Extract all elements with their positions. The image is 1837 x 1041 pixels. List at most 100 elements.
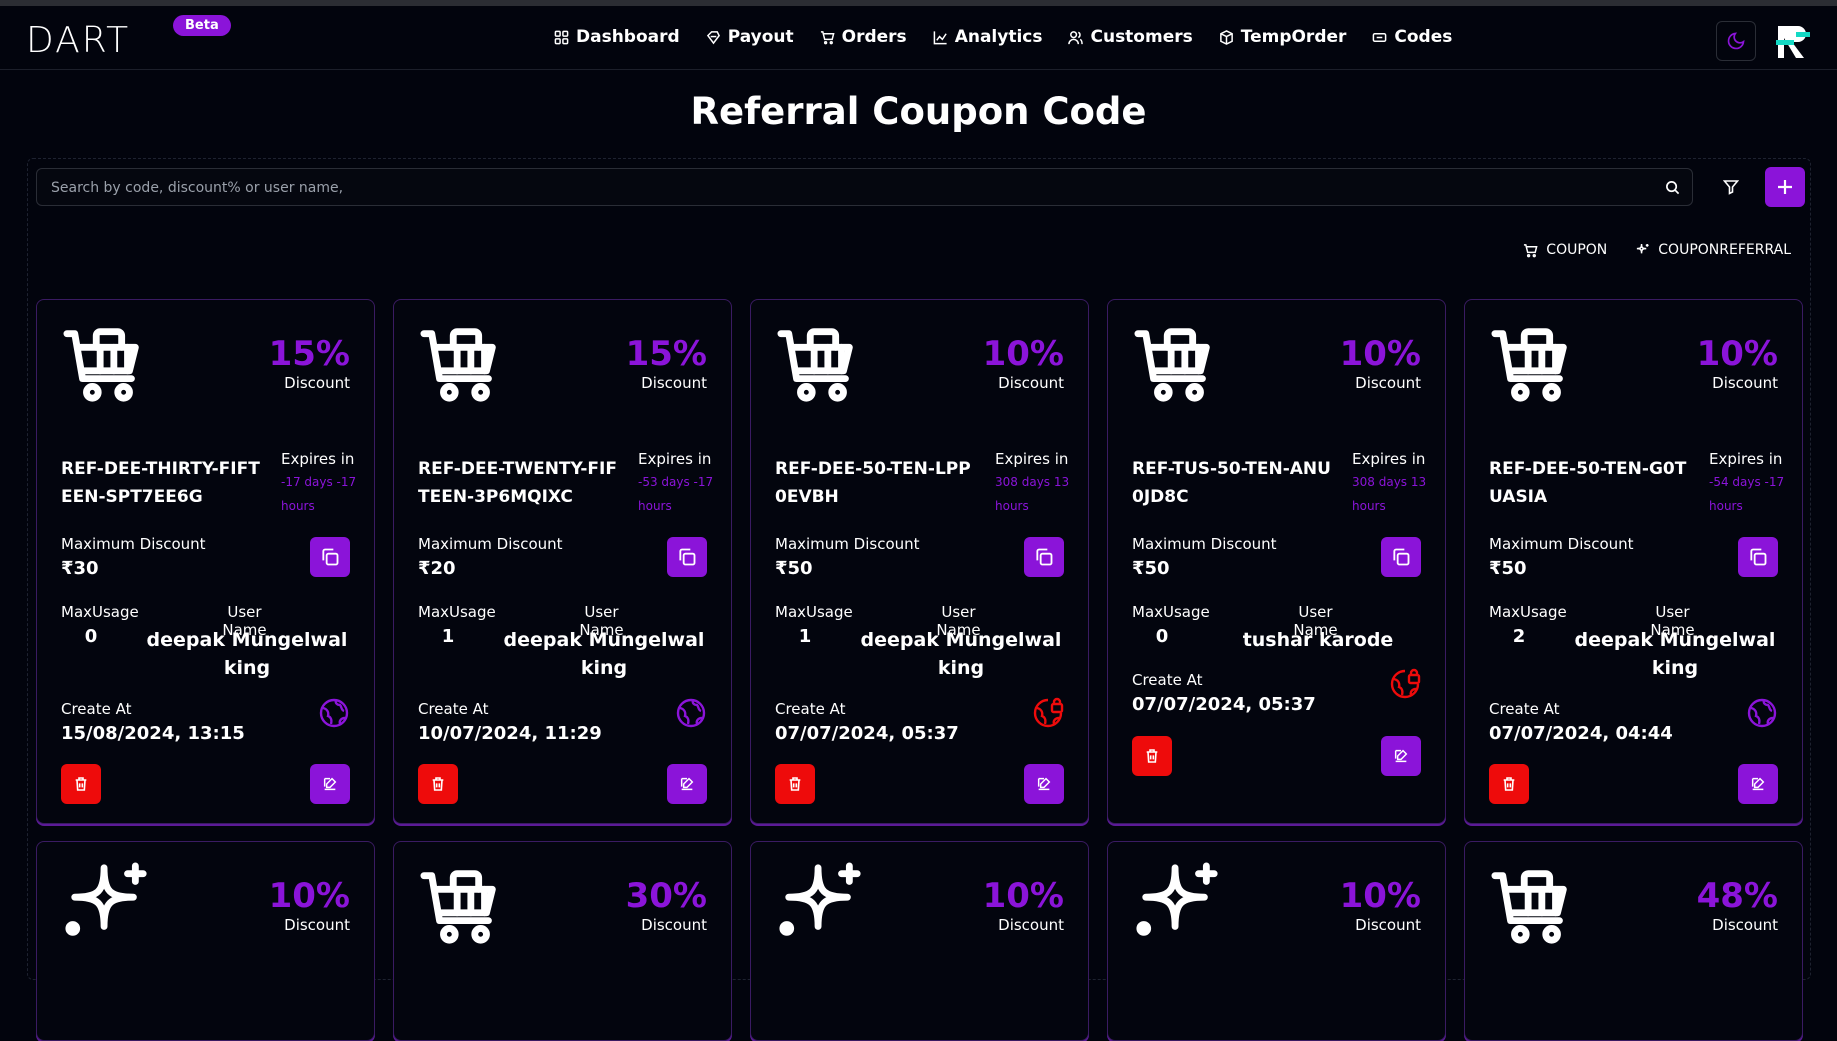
sparkle-icon: [777, 860, 865, 948]
profile-avatar[interactable]: [1774, 22, 1814, 62]
copy-code-button[interactable]: [310, 537, 350, 577]
copy-code-button[interactable]: [1381, 537, 1421, 577]
nav-analytics[interactable]: Analytics: [933, 27, 1043, 47]
cart-icon: [420, 318, 508, 406]
discount-label: Discount: [998, 916, 1064, 934]
delete-button[interactable]: [418, 764, 458, 804]
nav-temporder[interactable]: TempOrder: [1219, 27, 1346, 47]
coupon-card: 10% Discount REF-DEE-50-TEN-G0TUASIA Expire…: [1464, 299, 1803, 824]
brand-logo[interactable]: DART: [26, 20, 130, 61]
discount-label: Discount: [284, 916, 350, 934]
type-link-label: COUPONREFERRAL: [1658, 242, 1791, 258]
globe-lock-icon[interactable]: [1389, 668, 1421, 700]
max-usage-label: MaxUsage: [61, 603, 139, 621]
nav-label: Analytics: [954, 27, 1043, 47]
top-navbar: DART Beta Dashboard Payout Orders Analyt…: [0, 0, 1837, 70]
filter-icon: [1723, 180, 1739, 195]
ticket-icon: [1373, 32, 1387, 42]
sparkle-icon: [63, 860, 151, 948]
edit-button[interactable]: [310, 764, 350, 804]
edit-button[interactable]: [1738, 764, 1778, 804]
search-input[interactable]: [49, 169, 1643, 207]
search-icon[interactable]: [1665, 180, 1680, 195]
max-usage-label: MaxUsage: [775, 603, 853, 621]
max-discount-value: ₹50: [1489, 558, 1527, 579]
discount-percent: 10%: [982, 876, 1064, 916]
coupon-card: 10% Discount REF-TUS-50-TEN-ANU0JD8C Expire…: [1107, 299, 1446, 824]
nav-label: Codes: [1394, 27, 1453, 47]
max-discount-label: Maximum Discount: [61, 535, 206, 553]
delete-button[interactable]: [61, 764, 101, 804]
nav-label: Customers: [1090, 27, 1193, 47]
couponreferral-type-link[interactable]: COUPONREFERRAL: [1635, 242, 1791, 258]
coupon-code: REF-DEE-TWENTY-FIFTEEN-3P6MQIXC: [418, 459, 617, 507]
max-usage-value: 2: [1512, 626, 1526, 647]
max-usage-label: MaxUsage: [1489, 603, 1567, 621]
nav-payout[interactable]: Payout: [706, 27, 794, 47]
coupon-card: 15% Discount REF-DEE-TWENTY-FIFTEEN-3P6MQI…: [393, 299, 732, 824]
discount-label: Discount: [1355, 374, 1421, 392]
coupon-type-links: COUPON COUPONREFERRAL: [1523, 242, 1791, 258]
cart-icon: [820, 30, 835, 44]
create-at-label: Create At: [418, 700, 489, 718]
coupon-card: 10% Discount: [1107, 841, 1446, 1041]
expires-label: Expires in: [1709, 450, 1783, 468]
discount-label: Discount: [284, 374, 350, 392]
discount-label: Discount: [998, 374, 1064, 392]
moon-icon: [1727, 32, 1745, 50]
create-at-value: 07/07/2024, 05:37: [1132, 694, 1316, 715]
coupon-card: 10% Discount: [36, 841, 375, 1041]
coupon-type-link[interactable]: COUPON: [1523, 242, 1607, 258]
nav-dashboard[interactable]: Dashboard: [554, 27, 680, 47]
create-at-value: 15/08/2024, 13:15: [61, 723, 245, 744]
nav-customers[interactable]: Customers: [1068, 27, 1193, 47]
nav-label: Payout: [727, 27, 794, 47]
max-discount-label: Maximum Discount: [418, 535, 563, 553]
create-at-label: Create At: [1489, 700, 1560, 718]
expires-value: 308 days 13 hours: [995, 475, 1070, 513]
chart-icon: [933, 30, 947, 44]
edit-button[interactable]: [1381, 736, 1421, 776]
max-usage-value: 1: [798, 626, 812, 647]
edit-button[interactable]: [1024, 764, 1064, 804]
coupon-code: REF-DEE-THIRTY-FIFTEEN-SPT7EE6G: [61, 459, 260, 507]
user-name-value: deepak Mungelwal king: [503, 629, 705, 679]
globe-icon[interactable]: [675, 697, 707, 729]
expires-label: Expires in: [281, 450, 355, 468]
max-discount-label: Maximum Discount: [775, 535, 920, 553]
max-usage-value: 0: [1155, 626, 1169, 647]
discount-percent: 10%: [1339, 876, 1421, 916]
nav-codes[interactable]: Codes: [1372, 27, 1452, 47]
payout-icon: [706, 30, 720, 44]
expires-label: Expires in: [638, 450, 712, 468]
profile-logo-icon: [1776, 26, 1810, 58]
create-at-label: Create At: [1132, 671, 1203, 689]
create-at-label: Create At: [61, 700, 132, 718]
filter-button[interactable]: [1718, 170, 1744, 204]
coupon-card: 10% Discount: [750, 841, 1089, 1041]
copy-code-button[interactable]: [1024, 537, 1064, 577]
copy-code-button[interactable]: [667, 537, 707, 577]
globe-icon[interactable]: [1746, 697, 1778, 729]
discount-label: Discount: [641, 374, 707, 392]
cart-icon: [420, 860, 508, 948]
globe-icon[interactable]: [318, 697, 350, 729]
globe-lock-icon[interactable]: [1032, 697, 1064, 729]
edit-button[interactable]: [667, 764, 707, 804]
delete-button[interactable]: [1132, 736, 1172, 776]
expires-value: -17 days -17 hours: [281, 475, 357, 513]
theme-toggle-button[interactable]: [1716, 21, 1756, 61]
search-bar: [36, 168, 1693, 207]
delete-button[interactable]: [1489, 764, 1529, 804]
create-at-label: Create At: [775, 700, 846, 718]
add-coupon-button[interactable]: [1765, 167, 1805, 207]
nav-orders[interactable]: Orders: [820, 27, 907, 47]
max-usage-label: MaxUsage: [1132, 603, 1210, 621]
discount-percent: 15%: [625, 334, 707, 374]
copy-code-button[interactable]: [1738, 537, 1778, 577]
delete-button[interactable]: [775, 764, 815, 804]
coupon-card: 15% Discount REF-DEE-THIRTY-FIFTEEN-SPT7EE…: [36, 299, 375, 824]
max-discount-value: ₹30: [61, 558, 99, 579]
max-discount-value: ₹50: [1132, 558, 1170, 579]
max-discount-label: Maximum Discount: [1489, 535, 1634, 553]
